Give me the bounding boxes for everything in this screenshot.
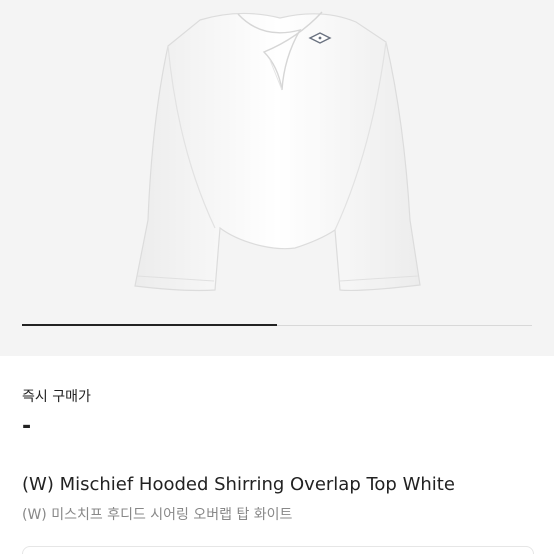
product-info: 즉시 구매가 - (W) Mischief Hooded Shirring Ov…	[0, 356, 554, 554]
product-image-carousel[interactable]	[0, 0, 554, 356]
carousel-progress-track	[22, 324, 532, 326]
option-card[interactable]	[22, 546, 534, 554]
instant-buy-price-value: -	[22, 414, 32, 439]
product-title-korean: (W) 미스치프 후디드 시어링 오버랩 탑 화이트	[22, 507, 293, 523]
product-page: 즉시 구매가 - (W) Mischief Hooded Shirring Ov…	[0, 0, 554, 554]
product-title-english: (W) Mischief Hooded Shirring Overlap Top…	[22, 474, 455, 495]
carousel-progress-fill	[22, 324, 277, 326]
instant-buy-price-label: 즉시 구매가	[22, 389, 91, 405]
product-image	[134, 11, 421, 292]
